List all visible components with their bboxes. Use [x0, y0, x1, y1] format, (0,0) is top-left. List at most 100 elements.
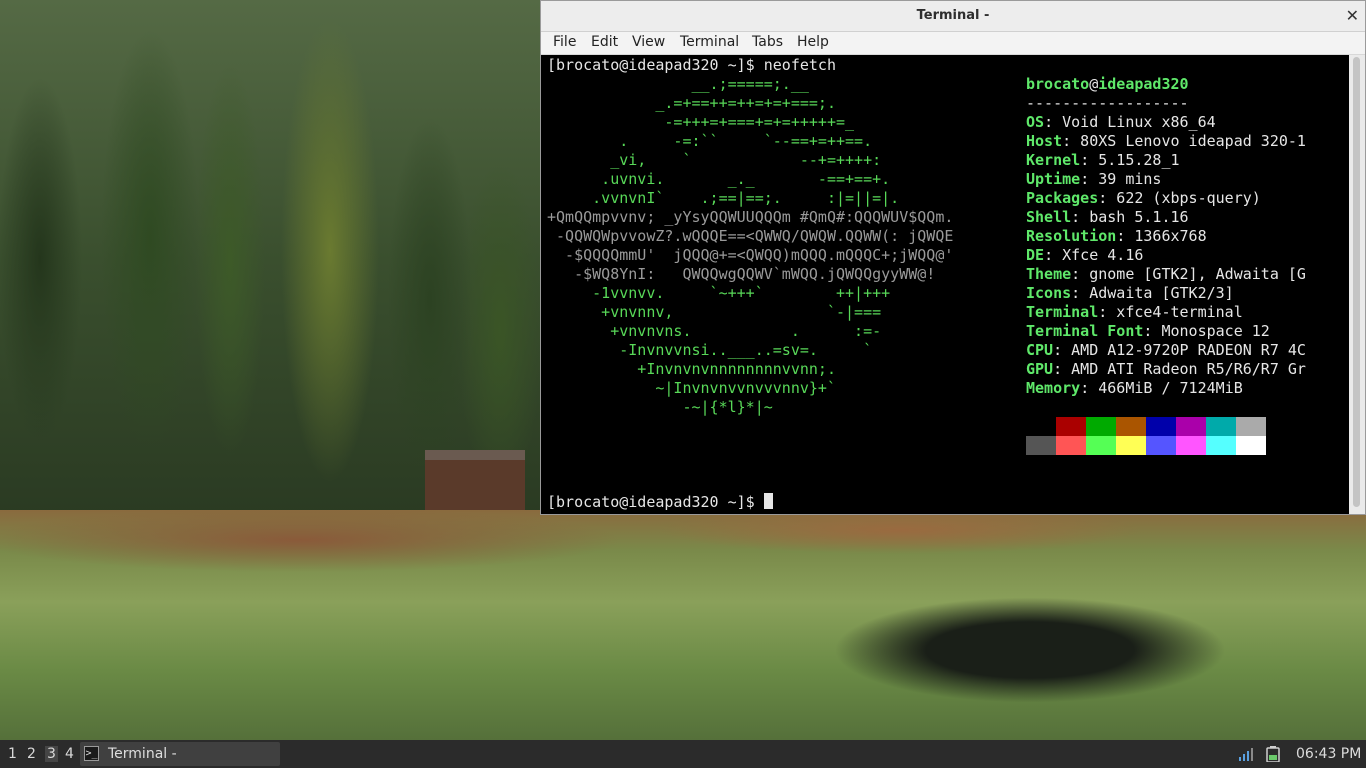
- info-value: : gnome [GTK2], Adwaita [G: [1071, 265, 1306, 283]
- window-titlebar[interactable]: Terminal - ✕: [541, 1, 1365, 32]
- info-key: GPU: [1026, 360, 1054, 378]
- info-row: CPU: AMD A12-9720P RADEON R7 4C: [1026, 341, 1306, 360]
- info-key: Theme: [1026, 265, 1072, 283]
- logo-line: +vnvnvns. . :=-: [547, 322, 882, 340]
- window-title: Terminal -: [916, 8, 990, 23]
- color-swatch: [1176, 436, 1206, 455]
- user-host-at: @: [1089, 75, 1099, 93]
- logo-line: -QQWQWpvvowZ?.wQQQE==<QWWQ/QWQW.QQWW(: j…: [547, 227, 954, 245]
- info-key: Host: [1026, 132, 1063, 150]
- color-swatch: [1206, 436, 1236, 455]
- info-row: Kernel: 5.15.28_1: [1026, 151, 1180, 170]
- color-swatch: [1236, 417, 1266, 436]
- info-row: DE: Xfce 4.16: [1026, 246, 1143, 265]
- color-swatch: [1026, 417, 1056, 436]
- info-key: Packages: [1026, 189, 1099, 207]
- color-swatch: [1236, 436, 1266, 455]
- menu-tabs[interactable]: Tabs: [752, 34, 783, 50]
- terminal-window[interactable]: Terminal - ✕ File Edit View Terminal Tab…: [540, 0, 1366, 515]
- logo-line: -$WQ8YnI: QWQQwgQQWV`mWQQ.jQWQQgyyWW@!: [547, 265, 936, 283]
- menu-edit[interactable]: Edit: [591, 34, 618, 50]
- taskbar-terminal-button[interactable]: >_ Terminal -: [80, 742, 280, 766]
- battery-icon[interactable]: [1266, 746, 1280, 762]
- info-row: GPU: AMD ATI Radeon R5/R6/R7 Gr: [1026, 360, 1306, 379]
- info-row: Resolution: 1366x768: [1026, 227, 1207, 246]
- logo-line: .vvnvnI` .;==|==;. :|=||=|.: [547, 189, 900, 207]
- color-swatch: [1146, 417, 1176, 436]
- info-key: Memory: [1026, 379, 1081, 397]
- info-row: Terminal Font: Monospace 12: [1026, 322, 1270, 341]
- color-swatch: [1206, 417, 1236, 436]
- user-host-line: brocato@ideapad320: [1026, 75, 1189, 94]
- color-swatch: [1086, 436, 1116, 455]
- clock[interactable]: 06:43 PM: [1296, 746, 1361, 762]
- logo-line: . -=:`` `--==+=++==.: [547, 132, 873, 150]
- info-key: Icons: [1026, 284, 1072, 302]
- terminal-output[interactable]: [brocato@ideapad320 ~]$ neofetch __.;===…: [541, 55, 1348, 514]
- info-key: OS: [1026, 113, 1045, 131]
- workspace-4[interactable]: 4: [65, 746, 74, 762]
- logo-line: ~|Invnvnvvnvvvnnv}+`: [547, 379, 836, 397]
- color-swatch: [1116, 436, 1146, 455]
- prompt-line: [brocato@ideapad320 ~]$: [547, 493, 773, 512]
- info-value: : Monospace 12: [1143, 322, 1270, 340]
- logo-line: -~|{*l}*|~: [547, 398, 773, 416]
- scrollbar[interactable]: [1349, 55, 1365, 514]
- menu-terminal[interactable]: Terminal: [680, 34, 739, 50]
- color-swatch: [1116, 417, 1146, 436]
- info-row: Host: 80XS Lenovo ideapad 320-1: [1026, 132, 1306, 151]
- logo-line: +QmQQmpvvnv; _yYsyQQWUUQQQm #QmQ#:QQQWUV…: [547, 208, 954, 226]
- info-row: Memory: 466MiB / 7124MiB: [1026, 379, 1243, 398]
- host-name: ideapad320: [1098, 75, 1189, 93]
- workspace-3[interactable]: 3: [45, 746, 58, 762]
- info-separator: ------------------: [1026, 94, 1189, 112]
- info-row: Packages: 622 (xbps-query): [1026, 189, 1261, 208]
- info-row: Icons: Adwaita [GTK2/3]: [1026, 284, 1234, 303]
- workspace-2[interactable]: 2: [27, 746, 36, 762]
- info-key: Terminal: [1026, 303, 1099, 321]
- color-swatch: [1086, 417, 1116, 436]
- info-value: : 39 mins: [1080, 170, 1162, 188]
- prompt-text: [brocato@ideapad320 ~]$: [547, 493, 764, 511]
- menu-file[interactable]: File: [553, 34, 576, 50]
- logo-line: .uvnvi. _._ -==+==+.: [547, 170, 891, 188]
- info-value: : 1366x768: [1116, 227, 1207, 245]
- info-row: Shell: bash 5.1.16: [1026, 208, 1189, 227]
- logo-line: -Invnvvnsi..___..=sv=. `: [547, 341, 873, 359]
- info-value: : AMD A12-9720P RADEON R7 4C: [1053, 341, 1306, 359]
- menu-view[interactable]: View: [632, 34, 665, 50]
- workspace-1[interactable]: 1: [8, 746, 17, 762]
- info-value: : 622 (xbps-query): [1098, 189, 1261, 207]
- info-key: Terminal Font: [1026, 322, 1144, 340]
- color-swatch: [1056, 417, 1086, 436]
- info-row: Terminal: xfce4-terminal: [1026, 303, 1243, 322]
- scrollbar-thumb[interactable]: [1353, 57, 1360, 507]
- info-value: : Void Linux x86_64: [1044, 113, 1216, 131]
- menubar: File Edit View Terminal Tabs Help: [541, 32, 1365, 55]
- info-key: Shell: [1026, 208, 1072, 226]
- info-key: CPU: [1026, 341, 1054, 359]
- logo-line: +vnvnnv, `-|===: [547, 303, 882, 321]
- logo-line: _vi, ` --+=++++:: [547, 151, 882, 169]
- logo-line: -=+++=+===+=+=+++++=_: [547, 113, 855, 131]
- info-row: OS: Void Linux x86_64: [1026, 113, 1216, 132]
- wallpaper-cabin: [425, 450, 525, 510]
- color-swatch: [1146, 436, 1176, 455]
- color-swatch: [1056, 436, 1086, 455]
- info-value: : 5.15.28_1: [1080, 151, 1180, 169]
- user-name: brocato: [1026, 75, 1090, 93]
- wallpaper-meadow: [0, 510, 1366, 740]
- info-value: : AMD ATI Radeon R5/R6/R7 Gr: [1053, 360, 1306, 378]
- info-key: Uptime: [1026, 170, 1081, 188]
- close-icon[interactable]: ✕: [1346, 6, 1359, 25]
- logo-line: -1vvnvv. `~+++` ++|+++: [547, 284, 891, 302]
- info-row: Uptime: 39 mins: [1026, 170, 1161, 189]
- menu-help[interactable]: Help: [797, 34, 829, 50]
- task-label: Terminal -: [108, 746, 177, 762]
- command-line: [brocato@ideapad320 ~]$ neofetch: [547, 56, 836, 74]
- logo-line: -$QQQQmmU' jQQQ@+=<QWQQ)mQQQ.mQQQC+;jWQQ…: [547, 246, 954, 264]
- text-cursor: [763, 493, 773, 509]
- taskbar: 1 2 3 4 >_ Terminal - 06:43 PM: [0, 740, 1366, 768]
- info-key: DE: [1026, 246, 1045, 264]
- network-signal-icon[interactable]: [1238, 747, 1254, 761]
